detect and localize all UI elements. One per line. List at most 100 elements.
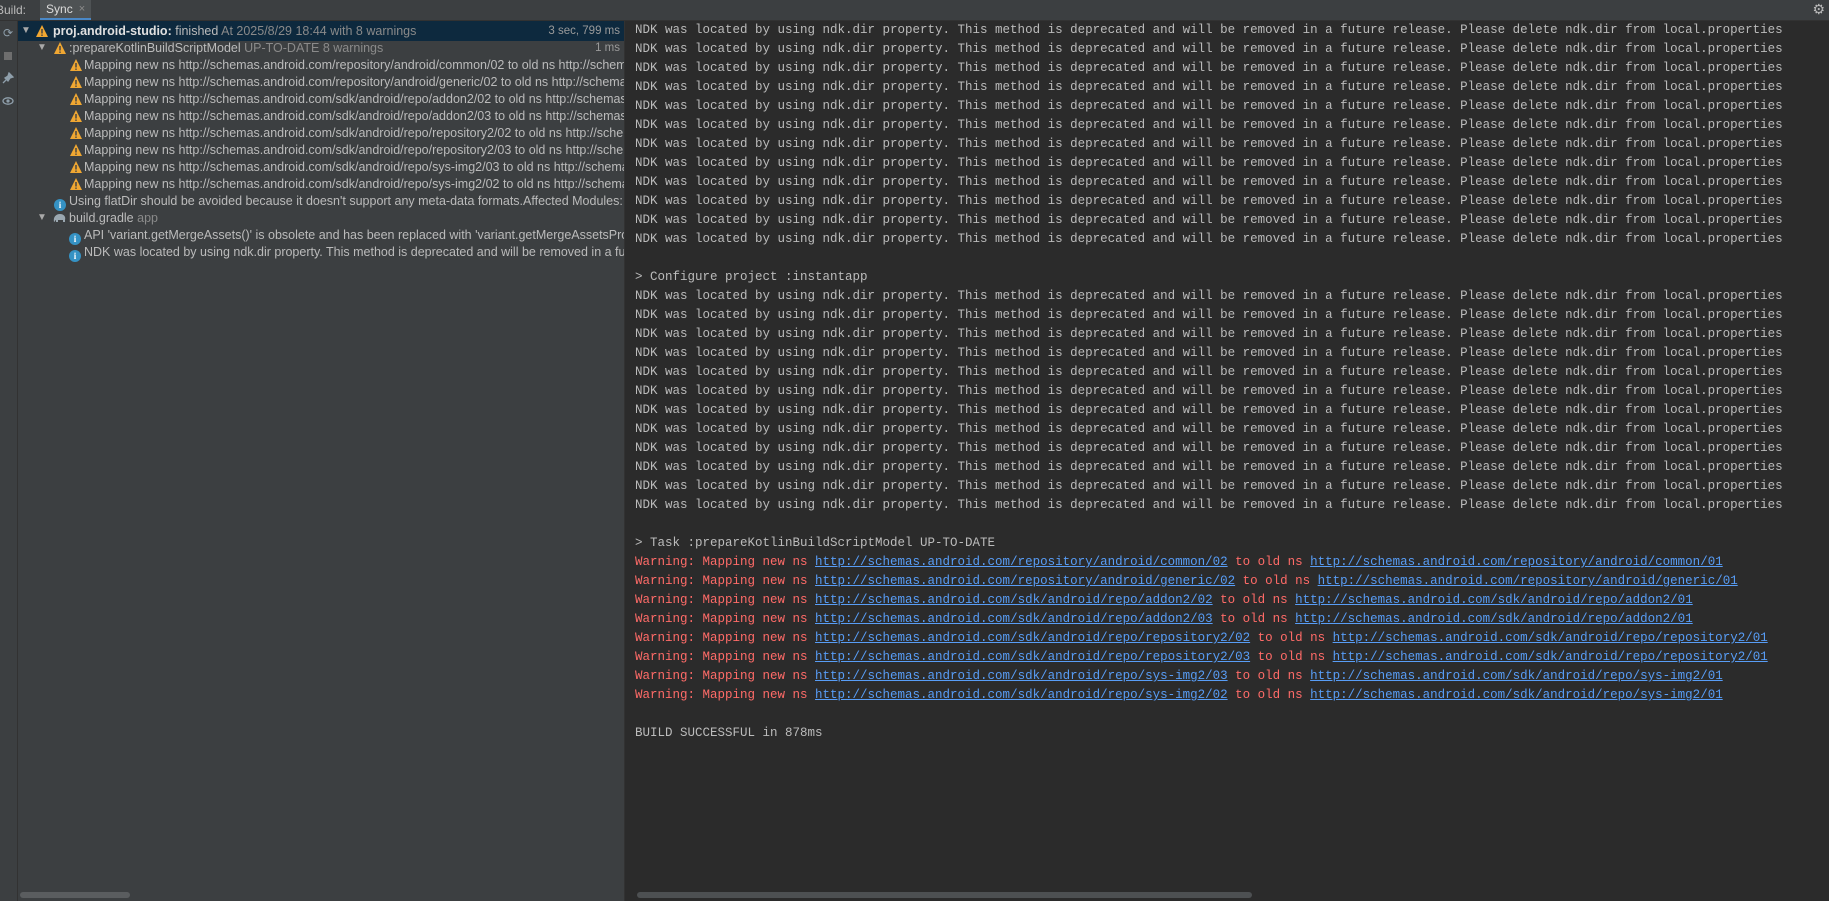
- warning-mid: to old ns: [1250, 650, 1333, 664]
- new-ns-link[interactable]: http://schemas.android.com/repository/an…: [815, 555, 1228, 569]
- new-ns-link[interactable]: http://schemas.android.com/sdk/android/r…: [815, 688, 1228, 702]
- console-configure-line: > Configure project :instantapp: [635, 270, 868, 284]
- build-console[interactable]: NDK was located by using ndk.dir propert…: [624, 21, 1825, 901]
- warning-icon: [69, 160, 83, 174]
- old-ns-link[interactable]: http://schemas.android.com/sdk/android/r…: [1310, 688, 1723, 702]
- console-ndk-line: NDK was located by using ndk.dir propert…: [635, 460, 1783, 474]
- console-ndk-line: NDK was located by using ndk.dir propert…: [635, 308, 1783, 322]
- new-ns-link[interactable]: http://schemas.android.com/sdk/android/r…: [815, 650, 1250, 664]
- console-ndk-line: NDK was located by using ndk.dir propert…: [635, 118, 1783, 132]
- console-ndk-line: NDK was located by using ndk.dir propert…: [635, 422, 1783, 436]
- warning-prefix: Warning: Mapping new ns: [635, 593, 816, 607]
- root-detail: At 2025/8/29 18:44 with 8 warnings: [221, 24, 417, 38]
- warning-prefix: Warning: Mapping new ns: [635, 669, 816, 683]
- gradle-elephant-icon: [52, 211, 66, 225]
- console-ndk-line: NDK was located by using ndk.dir propert…: [635, 289, 1783, 303]
- build-label: Build:: [0, 3, 27, 17]
- info-icon: i: [69, 228, 83, 245]
- new-ns-link[interactable]: http://schemas.android.com/sdk/android/r…: [815, 631, 1250, 645]
- warning-icon: [69, 75, 83, 89]
- new-ns-link[interactable]: http://schemas.android.com/sdk/android/r…: [815, 593, 1213, 607]
- console-warning-line: Warning: Mapping new ns http://schemas.a…: [635, 572, 1738, 591]
- console-warning-line: Warning: Mapping new ns http://schemas.a…: [635, 553, 1723, 572]
- info-icon: i: [54, 194, 68, 211]
- console-ndk-line: NDK was located by using ndk.dir propert…: [635, 61, 1783, 75]
- build-gradle-module: app: [137, 211, 158, 225]
- warning-prefix: Warning: Mapping new ns: [635, 688, 816, 702]
- console-ndk-line: NDK was located by using ndk.dir propert…: [635, 346, 1783, 360]
- warning-mid: to old ns: [1227, 555, 1311, 569]
- task-name: :prepareKotlinBuildScriptModel: [69, 41, 241, 55]
- console-ndk-line: NDK was located by using ndk.dir propert…: [635, 80, 1783, 94]
- console-ndk-line: NDK was located by using ndk.dir propert…: [635, 156, 1783, 170]
- warning-prefix: Warning: Mapping new ns: [635, 574, 816, 588]
- console-ndk-line: NDK was located by using ndk.dir propert…: [635, 441, 1783, 455]
- console-ndk-line: NDK was located by using ndk.dir propert…: [635, 403, 1783, 417]
- warning-mid: to old ns: [1212, 612, 1296, 626]
- new-ns-link[interactable]: http://schemas.android.com/sdk/android/r…: [815, 612, 1213, 626]
- console-ndk-line: NDK was located by using ndk.dir propert…: [635, 42, 1783, 56]
- old-ns-link[interactable]: http://schemas.android.com/repository/an…: [1310, 555, 1723, 569]
- console-ndk-line: NDK was located by using ndk.dir propert…: [635, 384, 1783, 398]
- warning-mid: to old ns: [1227, 688, 1311, 702]
- build-tool-window-header: Build: Sync × ⚙: [0, 0, 1829, 21]
- console-warning-line: Warning: Mapping new ns http://schemas.a…: [635, 648, 1768, 667]
- new-ns-link[interactable]: http://schemas.android.com/repository/an…: [815, 574, 1235, 588]
- console-warning-line: Warning: Mapping new ns http://schemas.a…: [635, 610, 1693, 629]
- gear-icon[interactable]: ⚙: [1812, 1, 1825, 18]
- root-status: finished: [175, 24, 219, 38]
- console-ndk-line: NDK was located by using ndk.dir propert…: [635, 365, 1783, 379]
- warning-prefix: Warning: Mapping new ns: [635, 650, 816, 664]
- console-ndk-line: NDK was located by using ndk.dir propert…: [635, 99, 1783, 113]
- warning-mid: to old ns: [1250, 631, 1333, 645]
- gradle-info-text: NDK was located by using ndk.dir propert…: [84, 245, 624, 259]
- old-ns-link[interactable]: http://schemas.android.com/sdk/android/r…: [1333, 650, 1768, 664]
- console-ndk-line: NDK was located by using ndk.dir propert…: [635, 232, 1783, 246]
- console-ndk-line: NDK was located by using ndk.dir propert…: [635, 137, 1783, 151]
- tab-sync[interactable]: Sync ×: [40, 0, 92, 20]
- console-warning-line: Warning: Mapping new ns http://schemas.a…: [635, 591, 1693, 610]
- warning-icon: [69, 143, 83, 157]
- console-ndk-line: NDK was located by using ndk.dir propert…: [635, 23, 1783, 37]
- warning-icon: [69, 109, 83, 123]
- warning-icon: [53, 41, 67, 55]
- console-ndk-line: NDK was located by using ndk.dir propert…: [635, 213, 1783, 227]
- old-ns-link[interactable]: http://schemas.android.com/sdk/android/r…: [1333, 631, 1768, 645]
- refresh-icon[interactable]: ⟳: [1, 26, 15, 40]
- old-ns-link[interactable]: http://schemas.android.com/sdk/android/r…: [1295, 593, 1693, 607]
- warning-icon: [69, 126, 83, 140]
- old-ns-link[interactable]: http://schemas.android.com/sdk/android/r…: [1295, 612, 1693, 626]
- root-project-name: proj.android-studio:: [53, 24, 172, 38]
- tree-gradle-info-row[interactable]: i NDK was located by using ndk.dir prope…: [18, 242, 624, 262]
- close-icon[interactable]: ×: [79, 3, 85, 15]
- warning-icon: [69, 92, 83, 106]
- console-ndk-line: NDK was located by using ndk.dir propert…: [635, 479, 1783, 493]
- pin-icon[interactable]: [1, 71, 15, 85]
- new-ns-link[interactable]: http://schemas.android.com/sdk/android/r…: [815, 669, 1228, 683]
- stop-icon[interactable]: [1, 49, 15, 63]
- warning-mid: to old ns: [1227, 669, 1311, 683]
- console-ndk-line: NDK was located by using ndk.dir propert…: [635, 175, 1783, 189]
- warning-icon: [69, 177, 83, 191]
- console-task-line: > Task :prepareKotlinBuildScriptModel UP…: [635, 536, 996, 550]
- console-ndk-line: NDK was located by using ndk.dir propert…: [635, 194, 1783, 208]
- console-horizontal-scrollbar[interactable]: [637, 892, 1252, 898]
- task-detail: UP-TO-DATE 8 warnings: [244, 41, 384, 55]
- info-icon: i: [69, 245, 83, 262]
- tree-horizontal-scrollbar[interactable]: [20, 892, 130, 898]
- warning-prefix: Warning: Mapping new ns: [635, 631, 816, 645]
- build-side-toolbar: ⟳: [0, 21, 18, 901]
- eye-icon[interactable]: [1, 94, 15, 108]
- tab-sync-label: Sync: [46, 2, 73, 16]
- warning-prefix: Warning: Mapping new ns: [635, 555, 816, 569]
- warning-icon: [69, 58, 83, 72]
- console-vertical-scrollbar[interactable]: [1820, 21, 1825, 901]
- console-warning-line: Warning: Mapping new ns http://schemas.a…: [635, 686, 1723, 705]
- warning-mid: to old ns: [1212, 593, 1296, 607]
- warning-mid: to old ns: [1235, 574, 1318, 588]
- old-ns-link[interactable]: http://schemas.android.com/repository/an…: [1318, 574, 1738, 588]
- warning-icon: [35, 24, 49, 38]
- warning-prefix: Warning: Mapping new ns: [635, 612, 816, 626]
- console-ndk-line: NDK was located by using ndk.dir propert…: [635, 327, 1783, 341]
- old-ns-link[interactable]: http://schemas.android.com/sdk/android/r…: [1310, 669, 1723, 683]
